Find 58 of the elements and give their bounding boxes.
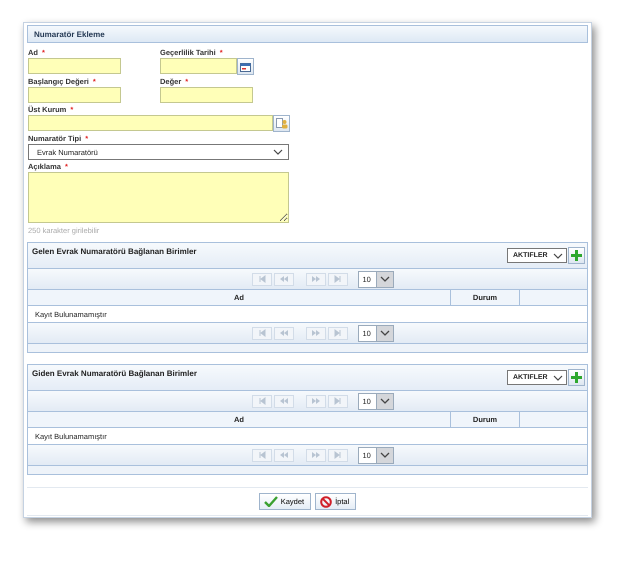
previous-page-button[interactable] bbox=[274, 394, 294, 408]
previous-page-button[interactable] bbox=[274, 448, 294, 462]
chevron-down-icon bbox=[380, 398, 390, 404]
grid-title: Gelen Evrak Numaratörü Bağlanan Birimler bbox=[32, 247, 198, 256]
add-button[interactable] bbox=[568, 369, 585, 386]
previous-page-icon bbox=[278, 396, 288, 406]
text-area[interactable] bbox=[28, 172, 289, 223]
next-page-button[interactable] bbox=[306, 326, 326, 340]
next-page-icon bbox=[310, 396, 320, 406]
prohibited-icon bbox=[320, 496, 332, 508]
last-page-icon bbox=[332, 450, 342, 460]
previous-page-icon bbox=[278, 450, 288, 460]
first-page-button[interactable] bbox=[252, 272, 272, 286]
last-page-button[interactable] bbox=[328, 326, 348, 340]
first-page-icon bbox=[256, 328, 266, 338]
previous-page-icon bbox=[278, 328, 288, 338]
last-page-button[interactable] bbox=[328, 448, 348, 462]
next-page-icon bbox=[310, 274, 320, 284]
chevron-down-icon bbox=[380, 276, 390, 282]
last-page-button[interactable] bbox=[328, 272, 348, 286]
input-field[interactable] bbox=[28, 58, 121, 74]
next-page-icon bbox=[310, 450, 320, 460]
lookup-field[interactable] bbox=[28, 115, 273, 131]
grid-title: Giden Evrak Numaratörü Bağlanan Birimler bbox=[32, 369, 198, 378]
panel-title: Numaratör Ekleme bbox=[34, 30, 105, 38]
chevron-down-icon bbox=[553, 252, 563, 258]
last-page-icon bbox=[332, 328, 342, 338]
first-page-button[interactable] bbox=[252, 448, 272, 462]
person-list-icon bbox=[276, 118, 288, 129]
first-page-icon bbox=[256, 450, 266, 460]
input-field[interactable] bbox=[28, 87, 121, 103]
first-page-icon bbox=[256, 274, 266, 284]
first-page-icon bbox=[256, 396, 266, 406]
first-page-button[interactable] bbox=[252, 394, 272, 408]
lookup-button[interactable] bbox=[273, 115, 290, 132]
next-page-button[interactable] bbox=[306, 272, 326, 286]
last-page-icon bbox=[332, 274, 342, 284]
previous-page-button[interactable] bbox=[274, 326, 294, 340]
calendar-icon bbox=[240, 62, 251, 72]
previous-page-button[interactable] bbox=[274, 272, 294, 286]
add-button[interactable] bbox=[568, 247, 585, 264]
chevron-down-icon bbox=[273, 149, 283, 155]
plus-icon bbox=[571, 372, 582, 383]
input-field[interactable] bbox=[160, 87, 253, 103]
date-field[interactable] bbox=[160, 58, 237, 74]
first-page-button[interactable] bbox=[252, 326, 272, 340]
last-page-button[interactable] bbox=[328, 394, 348, 408]
next-page-button[interactable] bbox=[306, 448, 326, 462]
last-page-icon bbox=[332, 396, 342, 406]
next-page-icon bbox=[310, 328, 320, 338]
calendar-button[interactable] bbox=[237, 58, 254, 75]
next-page-button[interactable] bbox=[306, 394, 326, 408]
chevron-down-icon bbox=[380, 452, 390, 458]
plus-icon bbox=[571, 250, 582, 261]
chevron-down-icon bbox=[553, 374, 563, 380]
previous-page-icon bbox=[278, 274, 288, 284]
chevron-down-icon bbox=[380, 330, 390, 336]
checkmark-icon bbox=[264, 496, 278, 507]
